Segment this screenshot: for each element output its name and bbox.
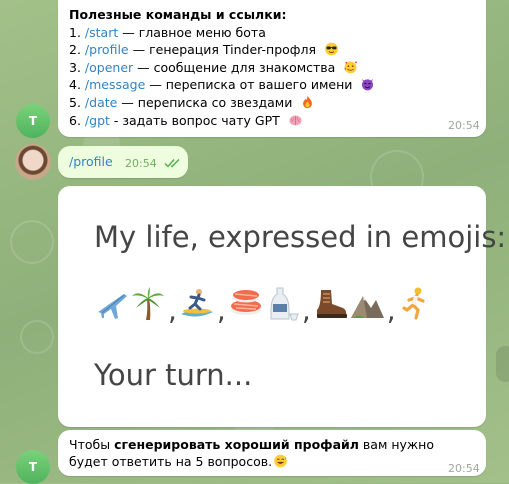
sunglasses-emoji-icon: [325, 42, 338, 56]
command-line-opener: 3. /opener — сообщение для знакомства: [69, 59, 375, 77]
mountain-emoji-icon: [350, 296, 384, 318]
image-title: My life, expressed in emojis:: [94, 220, 507, 254]
start-command-link[interactable]: /start: [85, 25, 118, 40]
commands-list: Полезные команды и ссылки: 1. /start — г…: [69, 6, 375, 129]
message-time: 20:54: [125, 157, 157, 170]
runner-emoji-icon: [402, 287, 425, 320]
command-description: — переписка со звездами: [117, 94, 293, 110]
emoji-image-message[interactable]: My life, expressed in emojis: , , , , Yo…: [58, 186, 506, 427]
command-description: — главное меню бота: [118, 24, 266, 40]
read-checkmarks-icon: [164, 159, 180, 168]
emoji-separator: ,: [301, 293, 311, 327]
emoji-separator: ,: [168, 293, 177, 327]
palm-tree-emoji-icon: [132, 287, 164, 320]
outgoing-message[interactable]: /profile 20:54: [58, 146, 188, 178]
command-number: 2.: [69, 42, 81, 58]
opener-command-link[interactable]: /opener: [85, 60, 133, 75]
command-line-message: 4. /message — переписка от вашего имени: [69, 76, 375, 94]
surfer-emoji-icon: [180, 289, 213, 317]
command-number: 6.: [69, 112, 81, 128]
command-number: 3.: [69, 59, 81, 75]
command-number: 1.: [69, 24, 81, 40]
airplane-emoji-icon: [98, 294, 127, 319]
brain-emoji-icon: [289, 115, 302, 125]
command-description: - задать вопрос чату GPT: [109, 112, 280, 128]
message-command-link[interactable]: /message: [85, 77, 145, 92]
date-command-link[interactable]: /date: [85, 95, 117, 110]
bot-avatar[interactable]: T: [16, 104, 50, 138]
emoji-separator: ,: [216, 293, 226, 327]
emoji-separator: ,: [386, 293, 396, 327]
sushi-emoji-icon: [230, 290, 261, 315]
command-number: 5.: [69, 94, 81, 110]
sake-emoji-icon: [270, 287, 299, 321]
user-avatar[interactable]: [15, 144, 51, 180]
devil-emoji-icon: [362, 79, 374, 91]
hiking-boot-emoji-icon: [316, 290, 347, 318]
image-footer: Your turn...: [94, 358, 253, 392]
command-line-date: 5. /date — переписка со звездами: [69, 94, 375, 112]
wallpaper-doodle: [10, 220, 54, 264]
message-time: 20:54: [448, 462, 480, 475]
fire-emoji-icon: [303, 95, 313, 109]
profile-command-link[interactable]: /profile: [69, 154, 113, 169]
command-line-gpt: 6. /gpt - задать вопрос чату GPT: [69, 112, 375, 130]
emoji-row: , , , ,: [94, 284, 434, 327]
instruction-text: Чтобы сгенерировать хороший профайл вам …: [69, 436, 449, 470]
command-description: — генерация Tinder-профля: [128, 42, 316, 58]
gpt-command-link[interactable]: /gpt: [85, 113, 110, 128]
command-description: — сообщение для знакомства: [133, 59, 336, 75]
instruction-text-part: Чтобы: [69, 437, 115, 452]
command-line-start: 1. /start — главное меню бота: [69, 24, 375, 42]
sweat-smile-emoji-icon: [274, 454, 287, 468]
scroll-down-handle[interactable]: [496, 346, 509, 382]
command-number: 4.: [69, 77, 81, 93]
instruction-text-bold: сгенерировать хороший профайл: [114, 437, 359, 452]
command-line-profile: 2. /profile — генерация Tinder-профля: [69, 41, 375, 59]
bot-avatar[interactable]: T: [16, 450, 50, 484]
hearts-face-emoji-icon: [344, 60, 358, 74]
wallpaper-doodle: [20, 320, 54, 354]
command-description: — переписка от вашего имени: [145, 77, 353, 93]
profile-command-link[interactable]: /profile: [85, 42, 129, 57]
commands-title: Полезные команды и ссылки:: [69, 7, 287, 22]
instruction-message[interactable]: Чтобы сгенерировать хороший профайл вам …: [58, 430, 486, 476]
message-time: 20:54: [448, 119, 480, 132]
